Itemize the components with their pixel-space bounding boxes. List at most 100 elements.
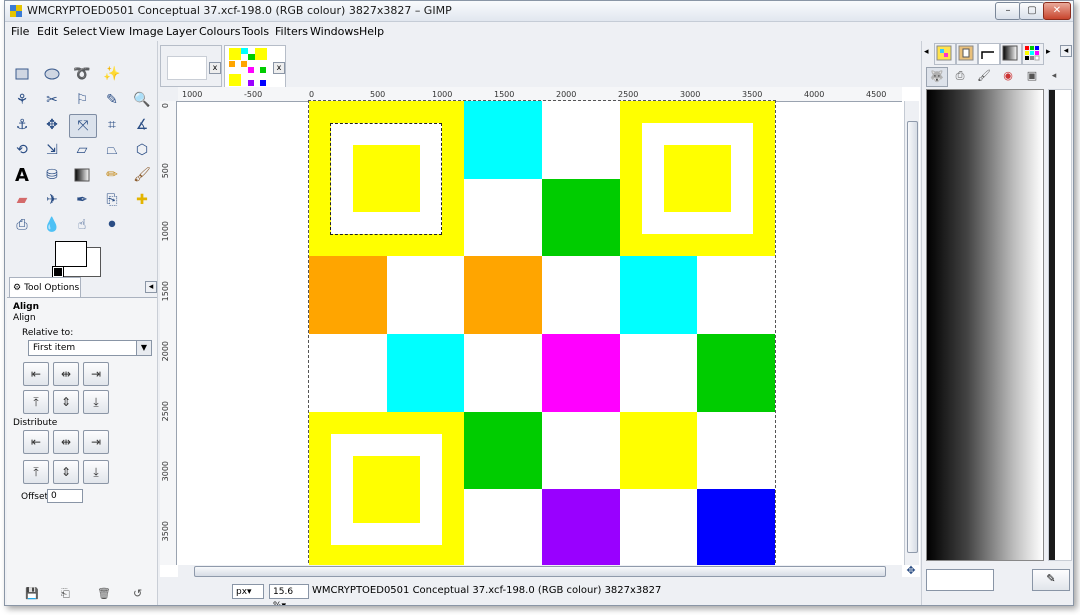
rect-select-icon[interactable] [9, 63, 35, 85]
delete-options-icon[interactable]: 🗑 [97, 587, 111, 601]
fuzzy-select-icon[interactable]: ✨ [99, 63, 125, 85]
brushes-tab-icon[interactable] [956, 43, 978, 65]
menu-windows[interactable]: Windows [310, 25, 359, 38]
menu-layer[interactable]: Layer [166, 25, 197, 38]
distribute-center-button[interactable]: ⇹ [53, 430, 79, 454]
relative-to-select[interactable]: First item ▼ [28, 340, 152, 356]
foreground-color-swatch[interactable] [55, 241, 87, 267]
brush-tab-icon[interactable]: 🖌 [974, 67, 994, 85]
measure-icon[interactable]: ∡ [129, 114, 155, 136]
rotate-icon[interactable]: ⟲ [9, 139, 35, 161]
menu-colours[interactable]: Colours [199, 25, 240, 38]
menu-edit[interactable]: Edit [37, 25, 58, 38]
image-tab-icon[interactable]: ▣ [1022, 67, 1042, 85]
airbrush-icon[interactable]: ✈ [39, 189, 65, 211]
distribute-bottom-button[interactable]: ⤓ [83, 460, 109, 484]
scale-icon[interactable]: ⇲ [39, 139, 65, 161]
align-middle-button[interactable]: ⇕ [53, 390, 79, 414]
offset-input[interactable]: 0 [47, 489, 83, 503]
align-left-button[interactable]: ⇤ [23, 362, 49, 386]
tool-options-tab[interactable]: ⚙ Tool Options [9, 277, 81, 297]
perspective-icon[interactable]: ⏢ [99, 139, 125, 161]
color-picker-icon[interactable]: ✎ [99, 89, 125, 111]
tab-close-icon[interactable]: x [209, 62, 221, 74]
ruler-corner[interactable] [160, 87, 179, 102]
gradients-tab-icon[interactable] [1000, 43, 1022, 65]
edit-gradient-button[interactable]: ✎ [1032, 569, 1070, 591]
dock-menu-icon[interactable]: ◂ [1060, 45, 1072, 57]
unit-select[interactable]: px▾ [232, 584, 264, 599]
horizontal-scrollbar[interactable] [178, 565, 902, 577]
distribute-top-button[interactable]: ⤒ [23, 460, 49, 484]
gradient-preview[interactable] [926, 89, 1044, 561]
dock-scroll-left-icon[interactable]: ◂ [924, 47, 929, 57]
align-tool-icon[interactable]: ⤧ [69, 114, 97, 138]
vertical-scroll-thumb[interactable] [907, 121, 918, 553]
free-select-icon[interactable]: ➰ [69, 63, 95, 85]
dodge-burn-icon[interactable]: ⚫ [99, 214, 125, 236]
by-color-select-icon[interactable]: ⚘ [9, 89, 35, 111]
distribute-middle-button[interactable]: ⇕ [53, 460, 79, 484]
paintbrush-icon[interactable]: 🖌 [129, 164, 155, 186]
text-tool-icon[interactable]: A [9, 164, 35, 186]
panel-menu-icon[interactable]: ◂ [145, 281, 157, 293]
navigate-icon[interactable]: ✥ [904, 565, 918, 577]
align-right-button[interactable]: ⇥ [83, 362, 109, 386]
color-tab-icon[interactable]: ◉ [998, 67, 1018, 85]
pencil-icon[interactable]: ✏ [99, 164, 125, 186]
reset-options-icon[interactable]: ↺ [133, 587, 147, 601]
menu-help[interactable]: Help [359, 25, 384, 38]
ink-icon[interactable]: ✒ [69, 189, 95, 211]
vertical-ruler[interactable]: 0 500 1000 1500 2000 2500 3000 3500 [160, 101, 177, 565]
palettes-tab-icon[interactable] [1022, 43, 1044, 65]
distribute-right-button[interactable]: ⇥ [83, 430, 109, 454]
blur-icon[interactable]: 💧 [39, 214, 65, 236]
printer-tab-icon[interactable]: ⎙ [950, 67, 970, 85]
menu-filters[interactable]: Filters [275, 25, 308, 38]
minimize-button[interactable]: – [995, 2, 1021, 20]
menu-image[interactable]: Image [129, 25, 163, 38]
foreground-select-icon[interactable]: ⚐ [69, 89, 95, 111]
pattern-tab-icon[interactable] [934, 43, 956, 65]
close-button[interactable]: ✕ [1043, 2, 1071, 20]
align-bottom-button[interactable]: ⤓ [83, 390, 109, 414]
image-canvas[interactable] [308, 100, 776, 568]
default-colors-icon[interactable] [53, 267, 63, 277]
paths-icon[interactable]: ⚓ [9, 114, 35, 136]
cage-transform-icon[interactable]: ⬡ [129, 139, 155, 161]
dock-preview-box[interactable] [926, 569, 994, 591]
clone-icon[interactable]: ⎘ [99, 189, 125, 211]
gimp-tab-icon[interactable]: 🐺 [926, 67, 948, 87]
paths-tab-icon[interactable] [978, 43, 1000, 65]
menu-file[interactable]: File [11, 25, 29, 38]
align-top-button[interactable]: ⤒ [23, 390, 49, 414]
eraser-icon[interactable]: ▰ [9, 189, 35, 211]
zoom-icon[interactable]: 🔍 [129, 89, 155, 111]
zoom-select[interactable]: 15.6 %▾ [269, 584, 309, 605]
save-options-icon[interactable]: 💾 [25, 587, 39, 601]
heal-icon[interactable]: ✚ [129, 189, 155, 211]
bucket-fill-icon[interactable]: ⛁ [39, 164, 65, 186]
smudge-icon[interactable]: ☝ [69, 214, 95, 236]
horizontal-scroll-thumb[interactable] [194, 566, 886, 577]
distribute-left-button[interactable]: ⇤ [23, 430, 49, 454]
vertical-scrollbar[interactable] [904, 101, 919, 565]
scissors-select-icon[interactable]: ✂ [39, 89, 65, 111]
tab-close-icon[interactable]: x [273, 62, 285, 74]
perspective-clone-icon[interactable]: ⎙ [9, 214, 35, 236]
ellipse-select-icon[interactable] [39, 63, 65, 85]
menu-view[interactable]: View [99, 25, 125, 38]
crop-icon[interactable]: ⌗ [99, 114, 125, 136]
restore-options-icon[interactable]: ⎗ [61, 587, 75, 601]
align-center-button[interactable]: ⇹ [53, 362, 79, 386]
menu-select[interactable]: Select [63, 25, 97, 38]
selection-marquee[interactable] [330, 123, 442, 235]
menu-tools[interactable]: Tools [242, 25, 269, 38]
dock-menu-2-icon[interactable]: ◂ [1044, 67, 1064, 85]
move-icon[interactable]: ✥ [39, 114, 65, 136]
maximize-button[interactable]: ▢ [1019, 2, 1045, 20]
horizontal-ruler[interactable]: 1000 -500 0 500 1000 1500 2000 2500 3000… [178, 87, 902, 102]
dock-scroll-right-icon[interactable]: ▸ [1046, 47, 1051, 57]
blend-icon[interactable] [69, 164, 95, 186]
image-tab-blank[interactable]: x [160, 45, 222, 87]
